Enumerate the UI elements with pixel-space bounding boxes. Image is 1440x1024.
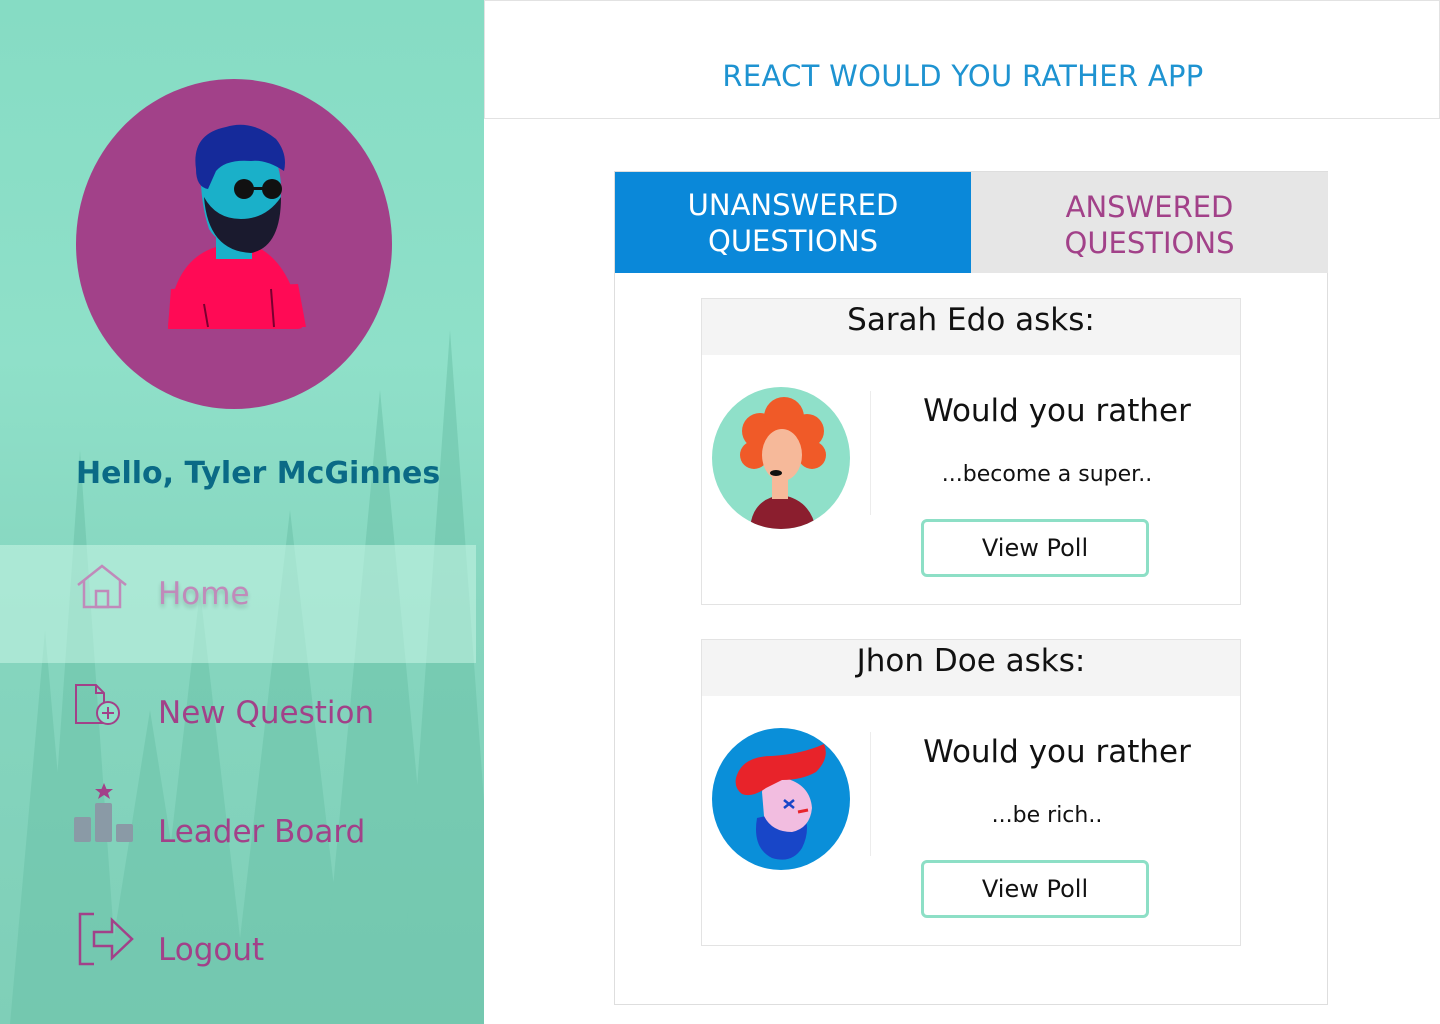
card-divider <box>870 732 871 856</box>
tab-answered-questions[interactable]: ANSWERED QUESTIONS <box>971 172 1328 273</box>
questions-panel: UNANSWERED QUESTIONS ANSWERED QUESTIONS … <box>614 171 1328 1005</box>
option-preview: ...become a super.. <box>941 462 1153 487</box>
question-author: Jhon Doe asks: <box>702 640 1240 696</box>
question-card: Jhon Doe asks: Would you rather ...be ri… <box>701 639 1241 946</box>
sidebar-item-label: Logout <box>158 932 265 968</box>
author-avatar <box>712 387 850 529</box>
sidebar-item-label: New Question <box>158 695 375 731</box>
view-poll-button[interactable]: View Poll <box>921 860 1149 918</box>
red-haired-woman-illustration <box>712 387 850 529</box>
sidebar-item-logout[interactable]: Logout <box>0 902 476 1020</box>
bearded-man-illustration <box>168 124 306 329</box>
home-icon <box>77 564 127 609</box>
question-author: Sarah Edo asks: <box>702 299 1240 355</box>
sidebar: Hello, Tyler McGinnes Home New Question … <box>0 0 484 1024</box>
author-avatar <box>712 728 850 870</box>
user-greeting: Hello, Tyler McGinnes <box>76 456 441 491</box>
question-prompt: Would you rather <box>923 734 1191 770</box>
option-preview: ...be rich.. <box>991 803 1103 828</box>
sidebar-item-label: Home <box>158 576 250 612</box>
tab-label: ANSWERED QUESTIONS <box>1064 189 1235 260</box>
logout-icon <box>78 912 134 966</box>
leaderboard-icon <box>74 783 133 842</box>
app-title: REACT WOULD YOU RATHER APP <box>722 59 1204 93</box>
user-avatar <box>76 79 392 409</box>
capped-man-illustration <box>712 728 850 870</box>
new-question-icon <box>75 684 120 725</box>
tab-unanswered-questions[interactable]: UNANSWERED QUESTIONS <box>615 172 971 273</box>
sidebar-item-leader-board[interactable]: Leader Board <box>0 783 476 901</box>
question-prompt: Would you rather <box>923 393 1191 429</box>
app-header: REACT WOULD YOU RATHER APP <box>484 0 1440 119</box>
card-divider <box>870 391 871 515</box>
sidebar-item-home[interactable]: Home <box>0 545 476 663</box>
question-card: Sarah Edo asks: Would you rather ...beco… <box>701 298 1241 605</box>
tab-label: UNANSWERED QUESTIONS <box>687 187 899 258</box>
sidebar-item-label: Leader Board <box>158 814 366 850</box>
sidebar-item-new-question[interactable]: New Question <box>0 665 476 783</box>
view-poll-button[interactable]: View Poll <box>921 519 1149 577</box>
